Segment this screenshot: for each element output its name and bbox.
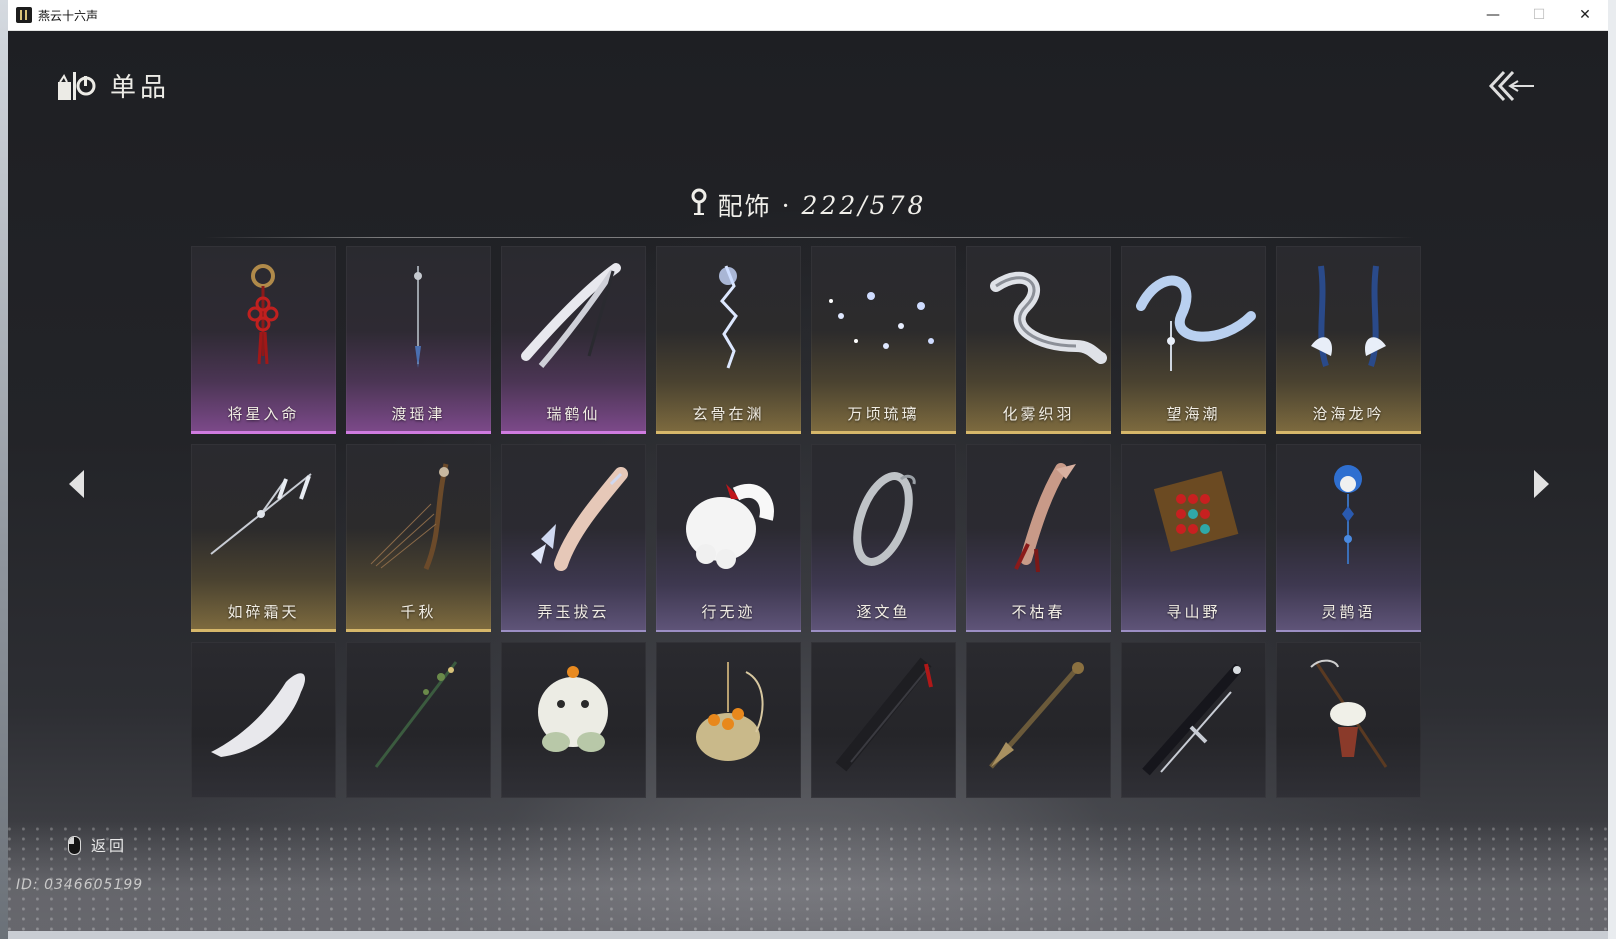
item-card[interactable] [191,642,336,798]
item-card[interactable]: 渡瑶津 [346,246,491,434]
section-heading: 配饰 · 222/578 [8,187,1608,223]
mouse-right-click-icon [68,836,81,855]
footer-back-label: 返回 [91,837,128,855]
item-card[interactable] [346,642,491,798]
item-label: 玄骨在渊 [692,405,765,423]
item-card[interactable]: 万顷琉璃 [811,246,956,434]
section-separator: · [781,190,792,220]
item-label: 望海潮 [1166,405,1221,423]
item-row [191,642,1423,798]
bone-claw-icon [1014,463,1076,573]
white-paw-icon [686,483,774,569]
item-card[interactable] [1121,642,1266,798]
starry-particles-icon [829,292,934,349]
minimize-button[interactable]: — [1470,0,1516,30]
item-label: 行无迹 [701,603,756,621]
black-sword-icon [1142,663,1243,776]
item-card[interactable]: 寻山野 [1121,444,1266,632]
item-label: 万顷琉璃 [847,405,920,423]
item-label: 瑞鹤仙 [546,405,601,423]
fruit-basket-icon [696,662,764,761]
item-grid: 将星入命 渡瑶津 瑞鹤仙 玄骨在渊 万顷琉璃 化雾织羽 望海潮 沧海龙吟如碎霜天 千秋 弄玉拔云 行… [191,246,1423,808]
item-card[interactable]: 千秋 [346,444,491,632]
abacus-icon [1153,471,1239,552]
app-icon [16,7,32,23]
footer-back-button[interactable]: 返回 [68,835,127,856]
desktop-background-strip-right [1608,0,1616,939]
item-label: 不枯春 [1011,603,1066,621]
window-title: 燕云十六声 [38,8,99,23]
item-row: 将星入命 渡瑶津 瑞鹤仙 玄骨在渊 万顷琉璃 化雾织羽 望海潮 沧海龙吟 [191,246,1423,434]
blue-bird-icon [1334,465,1362,564]
item-card[interactable] [656,642,801,798]
player-id: ID: 0346605199 [16,877,144,893]
item-card[interactable]: 将星入命 [191,246,336,434]
item-card[interactable]: 行无迹 [656,444,801,632]
item-card[interactable] [1276,642,1421,798]
snow-ground [8,821,1608,931]
black-umbrella-icon [835,657,933,772]
game-viewport: 单品 配饰 · 222/578 将星入命 渡瑶津 瑞鹤仙 玄骨在渊 万顷琉璃 化… [8,31,1608,931]
section-count: 222/578 [801,190,927,220]
flower-hoe-icon [1310,659,1388,768]
item-label: 逐文鱼 [856,603,911,621]
item-card[interactable]: 化雾织羽 [966,246,1111,434]
item-row: 如碎霜天 千秋 弄玉拔云 行无迹 逐文鱼 不枯春 寻山野 灵鹊语 [191,444,1423,632]
red-knot-pendant-icon [247,264,279,365]
blue-wave-ribbon-icon [1136,275,1256,371]
item-label: 弄玉拔云 [537,603,610,621]
desktop-background-strip [0,0,8,939]
item-card[interactable]: 不枯春 [966,444,1111,632]
close-button[interactable]: ✕ [1562,0,1608,30]
item-card[interactable]: 沧海龙吟 [1276,246,1421,434]
item-card[interactable]: 如碎霜天 [191,444,336,632]
page-header: 单品 [56,67,170,104]
item-card[interactable]: 瑞鹤仙 [501,246,646,434]
double-chevron-back-icon[interactable] [1488,69,1536,103]
fluffy-creature-icon [538,666,608,752]
item-label: 千秋 [400,603,437,621]
blue-dragon-horns-icon [1311,265,1386,367]
item-card[interactable]: 逐文鱼 [811,444,956,632]
page-title: 单品 [110,73,171,103]
triangle-right-icon [1534,470,1549,498]
item-label: 渡瑶津 [391,405,446,423]
item-label: 灵鹊语 [1321,603,1376,621]
slim-hairpin-icon [414,266,422,368]
window-controls: — ☐ ✕ [1470,0,1608,30]
item-label: 将星入命 [227,405,300,423]
lightning-sparkle-icon [719,265,738,369]
silver-ribbon-icon [990,271,1107,364]
window-titlebar: 燕云十六声 — ☐ ✕ [8,0,1608,31]
frost-branch-icon [210,473,312,555]
item-card[interactable]: 望海潮 [1121,246,1266,434]
collection-icon [56,68,96,104]
green-branch-icon [374,661,458,768]
item-label: 沧海龙吟 [1312,405,1385,423]
section-divider [204,237,1414,238]
harp-branch-icon [370,463,449,570]
item-card[interactable]: 玄骨在渊 [656,246,801,434]
silver-ring-icon [853,472,916,566]
item-label: 寻山野 [1166,603,1221,621]
white-tail-icon [211,673,306,757]
location-pin-icon [690,188,708,222]
section-name: 配饰 [717,192,772,221]
crystal-hand-icon [531,467,628,571]
prev-page-button[interactable] [66,467,88,501]
maximize-button[interactable]: ☐ [1516,0,1562,30]
item-card[interactable]: 弄玉拔云 [501,444,646,632]
white-whisk-icon [521,263,621,368]
item-card[interactable] [501,642,646,798]
item-card[interactable]: 灵鹊语 [1276,444,1421,632]
item-label: 如碎霜天 [227,603,300,621]
item-card[interactable] [966,642,1111,798]
bronze-spear-icon [989,662,1084,769]
triangle-left-icon [69,470,84,498]
item-label: 化雾织羽 [1002,405,1075,423]
next-page-button[interactable] [1530,467,1552,501]
item-card[interactable] [811,642,956,798]
